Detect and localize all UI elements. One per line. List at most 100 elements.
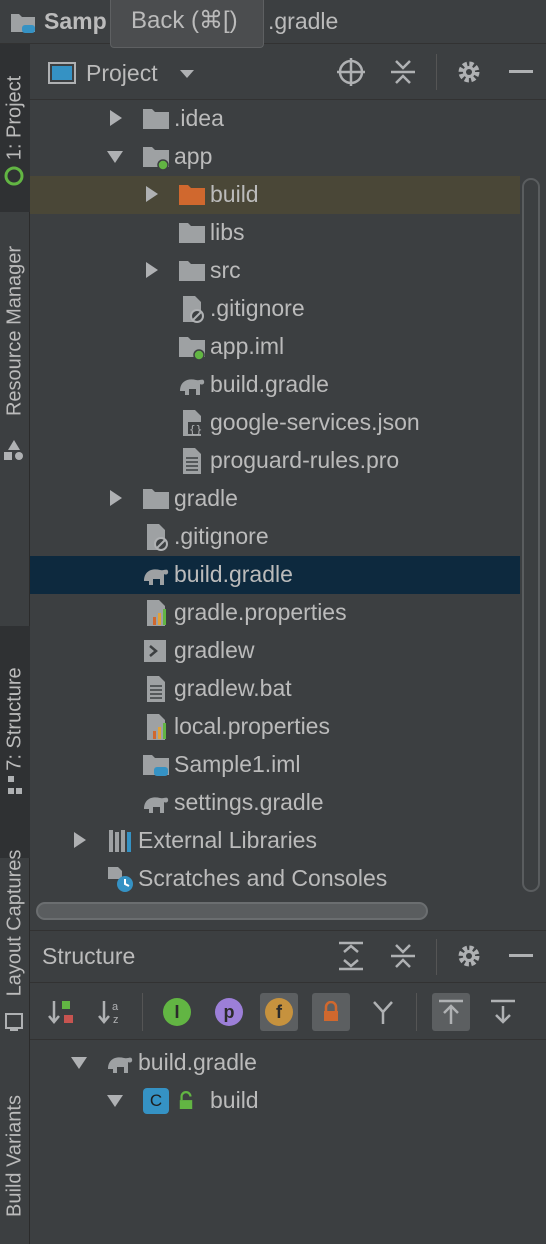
minimize-icon xyxy=(509,70,533,73)
tab-project[interactable]: 1: Project xyxy=(0,44,30,212)
settings-button[interactable] xyxy=(452,55,486,89)
merge-icon xyxy=(373,1001,393,1024)
separator xyxy=(416,993,417,1031)
tree-item-src[interactable]: src xyxy=(30,252,520,290)
lock-icon xyxy=(324,1001,338,1021)
vertical-scrollbar[interactable] xyxy=(522,178,540,892)
tree-item-gradle[interactable]: gradle xyxy=(30,480,520,518)
tab-resource-manager[interactable]: Resource Manager xyxy=(0,230,30,470)
tree-item-gitignore[interactable]: .gitignore xyxy=(30,290,520,328)
ignored-file-icon xyxy=(183,296,204,323)
collapsed-arrow-icon[interactable] xyxy=(106,489,124,507)
tree-item-build-gradle[interactable]: build.gradle xyxy=(30,1044,520,1082)
autoscroll-from-source-button[interactable] xyxy=(484,993,522,1031)
json-file-icon: {} xyxy=(183,410,202,436)
android-icon xyxy=(4,166,24,186)
collapse-all-button[interactable] xyxy=(386,55,420,89)
show-inherited-button[interactable]: I xyxy=(158,993,196,1031)
tree-item-libs[interactable]: libs xyxy=(30,214,520,252)
interface-badge: I xyxy=(163,998,191,1026)
project-view-selector[interactable]: Project xyxy=(86,60,158,87)
expand-all-icon xyxy=(339,941,363,971)
gradle-icon xyxy=(144,569,169,585)
horizontal-scrollbar[interactable] xyxy=(36,902,428,920)
expand-all-button[interactable] xyxy=(334,939,368,973)
show-properties-button[interactable]: p xyxy=(210,993,248,1031)
shell-script-icon xyxy=(144,640,166,662)
separator xyxy=(436,939,437,975)
tree-item-build[interactable]: build xyxy=(30,176,520,214)
scratches-icon xyxy=(108,867,133,892)
expanded-arrow-icon[interactable] xyxy=(106,147,124,165)
locate-file-button[interactable] xyxy=(334,55,368,89)
tree-item-build-gradle[interactable]: build.gradle xyxy=(30,366,520,404)
structure-settings-button[interactable] xyxy=(452,939,486,973)
layout-captures-icon xyxy=(5,1013,23,1031)
tree-item-gradlew-bat[interactable]: gradlew.bat xyxy=(30,670,520,708)
tree-item-gradlew[interactable]: gradlew xyxy=(30,632,520,670)
structure-title: Structure xyxy=(42,943,136,969)
separator xyxy=(436,54,437,90)
collapsed-arrow-icon[interactable] xyxy=(142,261,160,279)
gear-icon xyxy=(458,945,480,967)
tree-item-label: google-services.json xyxy=(210,409,420,435)
hide-structure-button[interactable] xyxy=(504,939,538,973)
tree-item-app[interactable]: app xyxy=(30,138,520,176)
tree-item-gitignore[interactable]: .gitignore xyxy=(30,518,520,556)
project-tree[interactable]: .idea app build libs src .gitignore app.iml bui… xyxy=(30,100,546,930)
tab-build-variants[interactable]: Build Variants xyxy=(0,1074,30,1244)
tree-item-scratches-and-consoles[interactable]: Scratches and Consoles xyxy=(30,860,520,898)
chevron-down-icon[interactable] xyxy=(178,68,196,80)
structure-collapse-all-button[interactable] xyxy=(386,939,420,973)
tree-item-local-properties[interactable]: local.properties xyxy=(30,708,520,746)
sort-by-visibility-button[interactable] xyxy=(42,993,80,1031)
tree-item-build-gradle[interactable]: build.gradle xyxy=(30,556,520,594)
tab-layout-captures[interactable]: Layout Captures xyxy=(0,826,30,1036)
tree-item-label: External Libraries xyxy=(138,827,317,853)
tree-item-label: Sample1.iml xyxy=(174,751,301,777)
collapsed-arrow-icon[interactable] xyxy=(106,109,124,127)
tree-item-sample1-iml[interactable]: Sample1.iml xyxy=(30,746,520,784)
tree-item-idea[interactable]: .idea xyxy=(30,100,520,138)
structure-tree[interactable]: build.gradle Cbuild xyxy=(30,1040,546,1244)
tab-structure[interactable]: 7: Structure xyxy=(0,626,30,858)
svg-text:a: a xyxy=(112,1001,119,1013)
tab-build-variants-label: Build Variants xyxy=(3,1094,26,1217)
tree-item-settings-gradle[interactable]: settings.gradle xyxy=(30,784,520,822)
show-fields-button[interactable]: f xyxy=(260,993,298,1031)
gradle-icon xyxy=(144,797,169,813)
minimize-icon xyxy=(509,954,533,957)
expanded-arrow-icon[interactable] xyxy=(70,1053,88,1071)
tree-item-label: build xyxy=(210,181,259,207)
autoscroll-to-source-button[interactable] xyxy=(432,993,470,1031)
collapsed-arrow-icon[interactable] xyxy=(142,185,160,203)
excluded-folder-icon xyxy=(179,185,205,205)
tree-item-label: Scratches and Consoles xyxy=(138,865,388,891)
text-file-icon xyxy=(147,676,165,702)
tab-structure-label: 7: Structure xyxy=(3,667,26,771)
show-non-public-button[interactable] xyxy=(312,993,350,1031)
sort-alphabetically-button[interactable]: a z xyxy=(92,993,130,1031)
tree-item-build[interactable]: Cbuild xyxy=(30,1082,520,1120)
crosshair-icon xyxy=(337,58,365,86)
tree-item-label: app xyxy=(174,143,213,169)
collapsed-arrow-icon[interactable] xyxy=(70,831,88,849)
field-badge: f xyxy=(265,998,293,1026)
tree-item-gradle-properties[interactable]: gradle.properties xyxy=(30,594,520,632)
tree-item-google-services-json[interactable]: {} google-services.json xyxy=(30,404,520,442)
tree-item-external-libraries[interactable]: External Libraries xyxy=(30,822,520,860)
svg-text:z: z xyxy=(113,1014,119,1026)
expanded-arrow-icon[interactable] xyxy=(106,1091,124,1109)
structure-icon xyxy=(8,776,22,794)
tree-item-label: build.gradle xyxy=(138,1049,257,1075)
tree-item-app-iml[interactable]: app.iml xyxy=(30,328,520,366)
project-view-icon xyxy=(48,62,76,84)
hide-panel-button[interactable] xyxy=(504,55,538,89)
tree-item-label: .idea xyxy=(174,105,224,131)
show-lambdas-button[interactable] xyxy=(364,993,402,1031)
tree-item-proguard-rules-pro[interactable]: proguard-rules.pro xyxy=(30,442,520,480)
title-bar: Samp .gradle Back (⌘[) xyxy=(0,0,546,48)
property-badge: p xyxy=(215,998,243,1026)
public-lock-icon xyxy=(179,1091,193,1109)
project-file-icon xyxy=(143,755,169,776)
